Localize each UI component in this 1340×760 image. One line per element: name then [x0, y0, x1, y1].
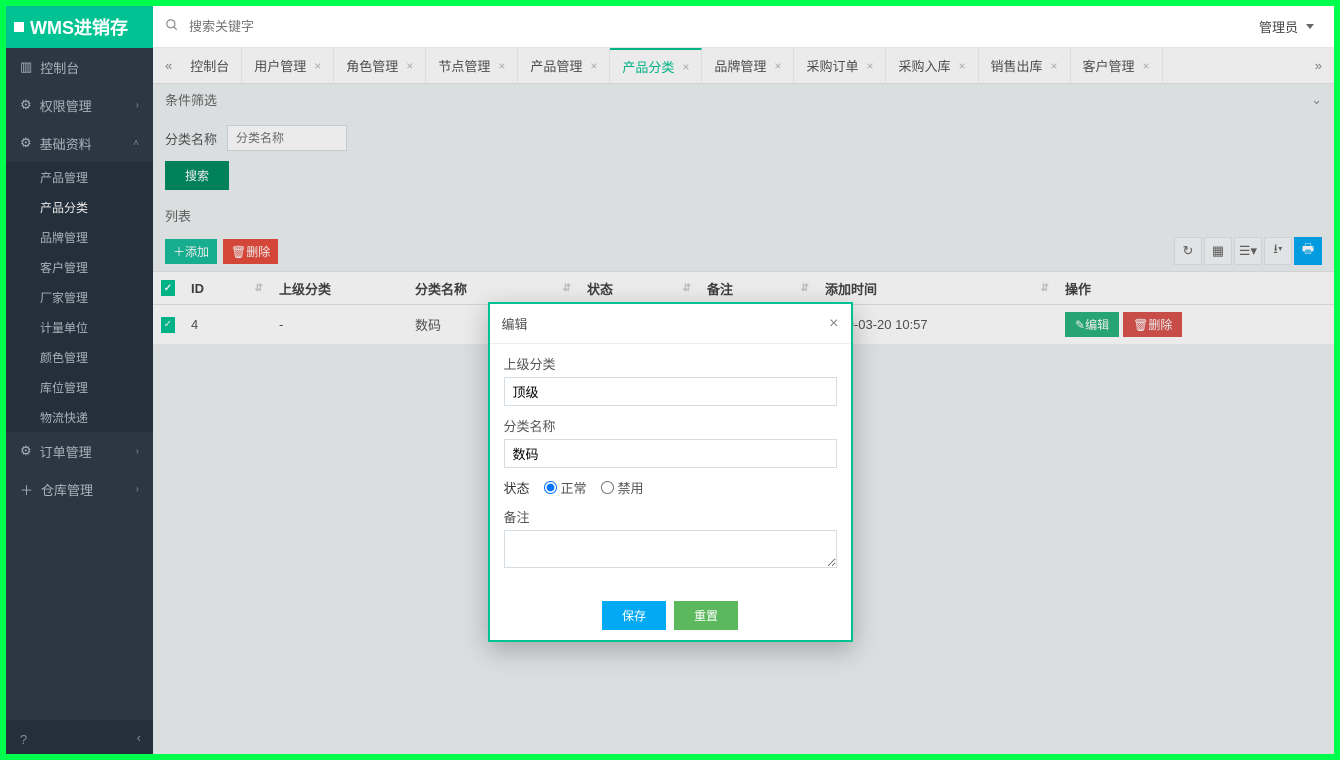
category-name-label: 分类名称 — [504, 416, 837, 435]
status-disabled-option[interactable]: 禁用 — [601, 478, 644, 497]
parent-category-input[interactable] — [504, 377, 837, 406]
radio-label: 正常 — [561, 478, 587, 497]
edit-modal: 编辑 × 上级分类 分类名称 状态 正常 禁用 — [488, 302, 853, 642]
user-label: 管理员 — [1259, 17, 1298, 36]
global-search-input[interactable] — [179, 13, 479, 40]
radio-label: 禁用 — [618, 478, 644, 497]
modal-title: 编辑 — [502, 314, 528, 333]
status-label: 状态 — [504, 478, 530, 497]
status-normal-radio[interactable] — [544, 481, 557, 494]
category-name-input[interactable] — [504, 439, 837, 468]
modal-overlay: 编辑 × 上级分类 分类名称 状态 正常 禁用 — [6, 48, 1334, 754]
status-normal-option[interactable]: 正常 — [544, 478, 587, 497]
remark-label: 备注 — [504, 507, 837, 526]
caret-down-icon — [1306, 24, 1314, 29]
status-disabled-radio[interactable] — [601, 481, 614, 494]
user-menu[interactable]: 管理员 — [1259, 17, 1334, 36]
parent-category-label: 上级分类 — [504, 354, 837, 373]
app-logo: WMS进销存 — [6, 6, 153, 48]
reset-button[interactable]: 重置 — [674, 601, 738, 630]
save-button[interactable]: 保存 — [602, 601, 666, 630]
close-icon[interactable]: × — [829, 315, 838, 333]
search-icon — [165, 18, 179, 35]
remark-textarea[interactable] — [504, 530, 837, 568]
